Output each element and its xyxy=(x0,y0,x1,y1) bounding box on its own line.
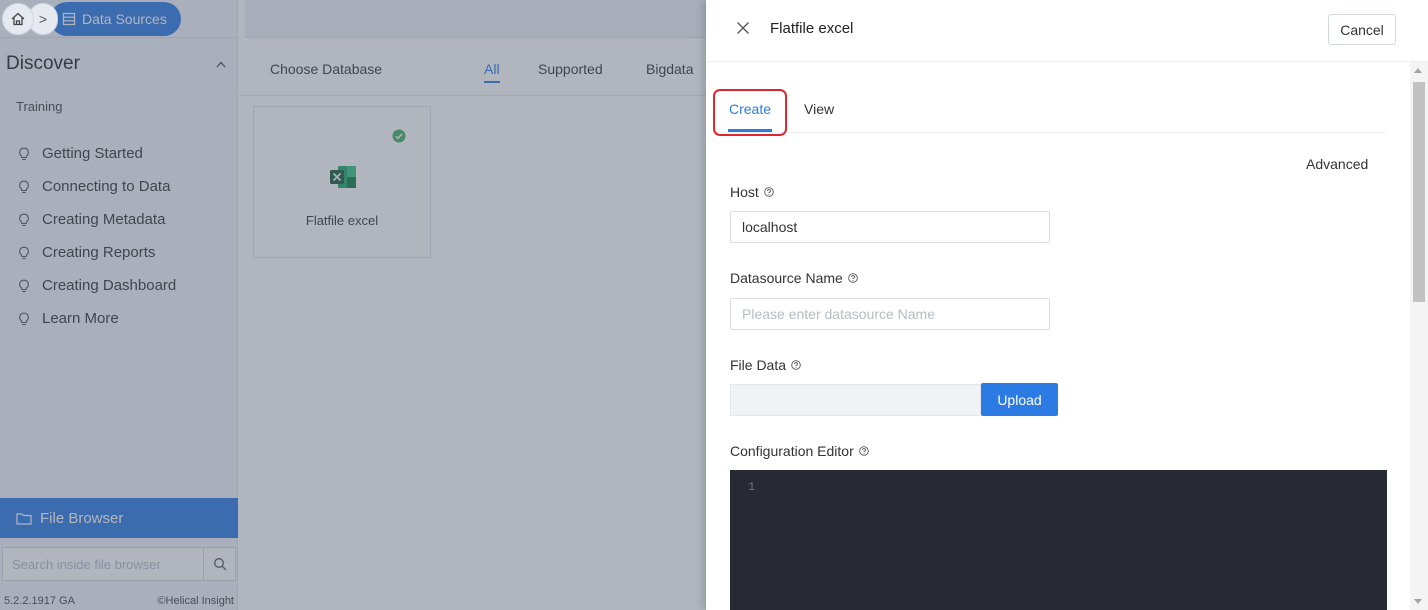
file-path-field[interactable] xyxy=(730,384,981,416)
datasource-name-label: Datasource Name xyxy=(730,270,858,286)
host-label: Host xyxy=(730,184,774,200)
breadcrumb-home[interactable] xyxy=(2,3,34,35)
editor-line-number: 1 xyxy=(748,480,756,494)
help-icon[interactable] xyxy=(759,187,774,197)
file-data-label: File Data xyxy=(730,357,801,373)
configuration-editor-label-text: Configuration Editor xyxy=(730,443,854,459)
drawer-tabs: Create View xyxy=(716,88,1386,133)
app: > Data Sources Discover Training Getting… xyxy=(0,0,1428,610)
drawer-scrollbar[interactable] xyxy=(1410,62,1428,610)
datasource-drawer: Flatfile excel Cancel Create View Advanc… xyxy=(706,0,1428,610)
advanced-link[interactable]: Advanced xyxy=(1306,156,1368,172)
help-icon[interactable] xyxy=(854,446,869,456)
scroll-down-arrow-icon[interactable] xyxy=(1414,599,1422,604)
close-icon[interactable] xyxy=(736,21,750,35)
configuration-editor-label: Configuration Editor xyxy=(730,443,869,459)
help-icon[interactable] xyxy=(843,273,858,283)
scrollbar-thumb[interactable] xyxy=(1413,82,1425,302)
host-input[interactable] xyxy=(730,211,1050,243)
datasource-name-label-text: Datasource Name xyxy=(730,270,843,286)
upload-button[interactable]: Upload xyxy=(981,383,1058,416)
drawer-header: Flatfile excel Cancel xyxy=(706,0,1428,62)
file-data-label-text: File Data xyxy=(730,357,787,373)
cancel-button[interactable]: Cancel xyxy=(1328,14,1396,45)
datasource-name-input[interactable] xyxy=(730,298,1050,330)
home-icon xyxy=(10,11,26,27)
help-icon[interactable] xyxy=(786,360,801,370)
scroll-up-arrow-icon[interactable] xyxy=(1414,68,1422,73)
tab-view[interactable]: View xyxy=(804,101,834,117)
annotation-highlight-box xyxy=(713,89,787,136)
modal-backdrop[interactable] xyxy=(0,0,706,610)
configuration-editor[interactable]: 1 xyxy=(730,470,1387,610)
chevron-right-icon: > xyxy=(38,11,48,27)
drawer-title: Flatfile excel xyxy=(770,20,854,37)
host-label-text: Host xyxy=(730,184,759,200)
